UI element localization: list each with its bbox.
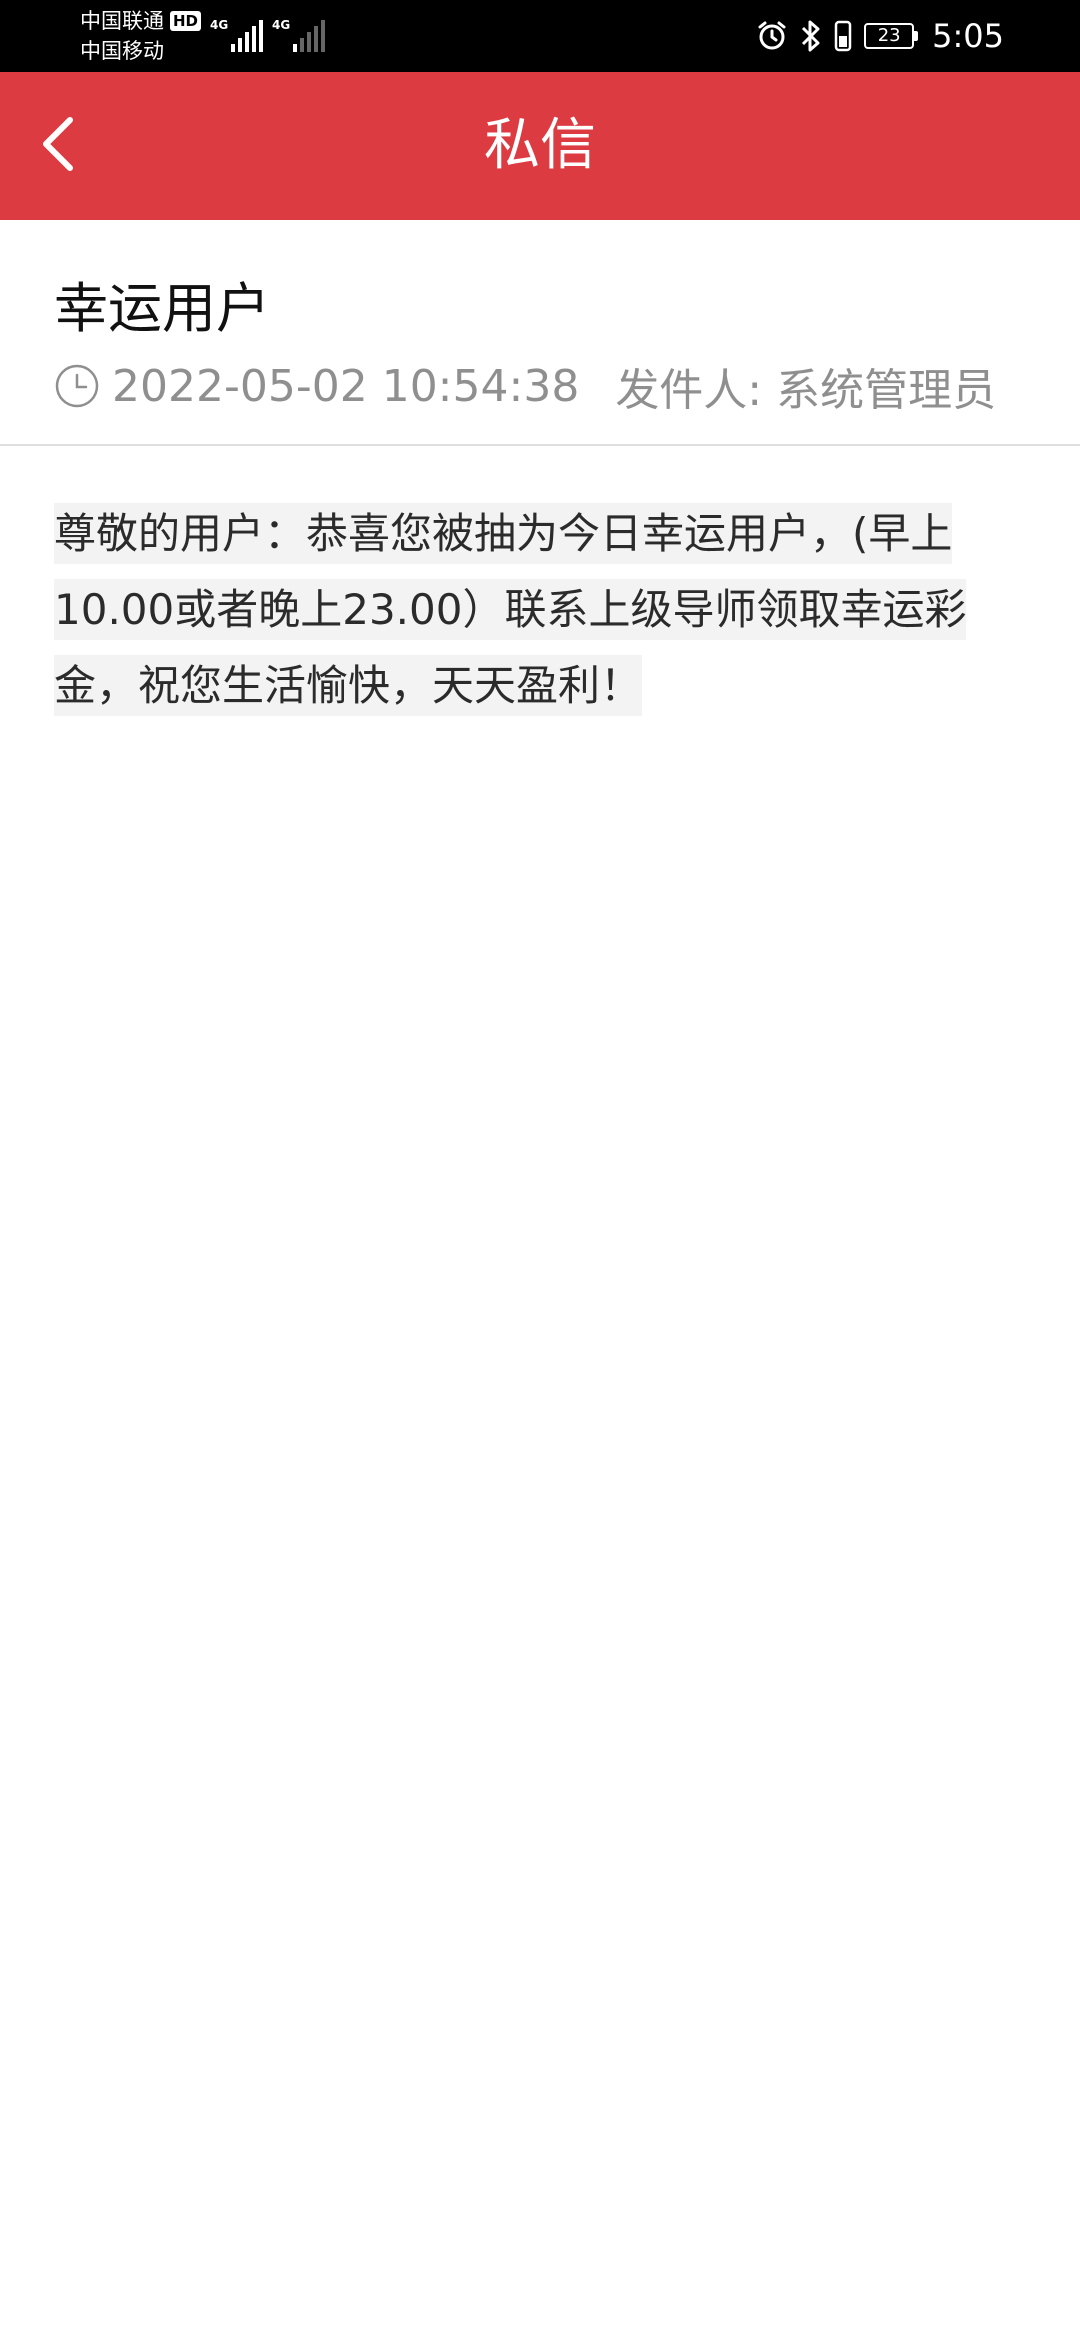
network-2-label: 4G	[272, 18, 291, 32]
battery-level: 23	[864, 23, 915, 49]
carrier-1-label: 中国联通	[80, 9, 164, 33]
chevron-left-icon	[38, 114, 78, 178]
message-body: 尊敬的用户：恭喜您被抽为今日幸运用户，(早上10.00或者晚上23.00）联系上…	[54, 496, 1024, 724]
signal-bars-1-icon	[231, 20, 264, 52]
message-sender: 发件人: 系统管理员	[615, 365, 997, 416]
network-1-label: 4G	[210, 18, 229, 32]
message-timestamp: 2022-05-02 10:54:38	[112, 360, 580, 412]
signal-1: 4G	[210, 18, 264, 52]
vibrate-icon	[834, 19, 852, 53]
battery-icon: 23	[864, 23, 919, 49]
carrier-2-label: 中国移动	[80, 39, 164, 63]
hd-badge: HD	[170, 11, 202, 31]
status-icons: 23 5:05	[756, 0, 1004, 72]
message-title: 幸运用户	[54, 277, 270, 340]
clock-icon	[54, 363, 100, 409]
message-body-text: 尊敬的用户：恭喜您被抽为今日幸运用户，(早上10.00或者晚上23.00）联系上…	[54, 503, 967, 716]
status-time: 5:05	[932, 17, 1004, 55]
signal-2: 4G	[272, 18, 326, 52]
back-button[interactable]	[20, 108, 96, 184]
message-header: 幸运用户 2022-05-02 10:54:38 发件人: 系统管理员	[0, 220, 1080, 446]
message-meta: 2022-05-02 10:54:38 发件人: 系统管理员	[54, 354, 996, 418]
alarm-icon	[756, 20, 788, 52]
carrier-info: 中国联通 HD 中国移动	[80, 6, 202, 66]
bluetooth-icon	[800, 19, 822, 53]
status-bar: 中国联通 HD 中国移动 4G 4G 23 5:05	[0, 0, 1080, 72]
app-bar: 私信	[0, 72, 1080, 220]
page-title: 私信	[484, 113, 596, 178]
signal-bars-2-icon	[293, 20, 326, 52]
